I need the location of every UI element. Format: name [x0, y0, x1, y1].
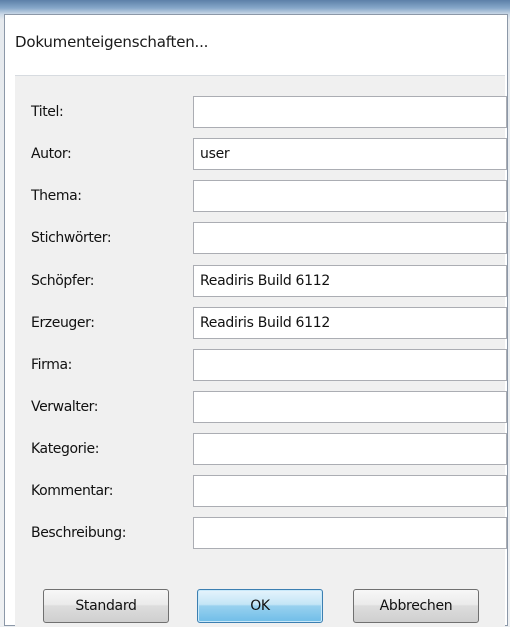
category-field[interactable]: [193, 433, 507, 465]
document-properties-dialog: Dokumenteigenschaften... Titel: Autor: T…: [4, 14, 508, 627]
row-title: Titel:: [15, 96, 507, 130]
row-author: Autor:: [15, 138, 507, 172]
properties-form: Titel: Autor: Thema: Stichwörter: Schöpf…: [15, 75, 507, 627]
producer-field[interactable]: [193, 307, 507, 339]
creator-field[interactable]: [193, 265, 507, 297]
subject-field[interactable]: [193, 180, 507, 212]
company-field[interactable]: [193, 349, 507, 381]
row-producer: Erzeuger:: [15, 307, 507, 341]
producer-label: Erzeuger:: [31, 315, 95, 331]
row-category: Kategorie:: [15, 433, 507, 467]
keywords-field[interactable]: [193, 222, 507, 254]
title-field[interactable]: [193, 96, 507, 128]
row-creator: Schöpfer:: [15, 265, 507, 299]
subject-label: Thema:: [31, 188, 82, 204]
manager-label: Verwalter:: [31, 399, 99, 415]
row-manager: Verwalter:: [15, 391, 507, 425]
keywords-label: Stichwörter:: [31, 230, 112, 246]
comment-label: Kommentar:: [31, 483, 114, 499]
company-label: Firma:: [31, 357, 72, 373]
row-comment: Kommentar:: [15, 475, 507, 509]
manager-field[interactable]: [193, 391, 507, 423]
author-field[interactable]: [193, 138, 507, 170]
comment-field[interactable]: [193, 475, 507, 507]
row-keywords: Stichwörter:: [15, 222, 507, 256]
dialog-title: Dokumenteigenschaften...: [15, 33, 209, 51]
category-label: Kategorie:: [31, 441, 100, 457]
author-label: Autor:: [31, 146, 72, 162]
row-company: Firma:: [15, 349, 507, 383]
ok-button[interactable]: OK: [197, 589, 323, 623]
row-description: Beschreibung:: [15, 517, 507, 551]
row-subject: Thema:: [15, 180, 507, 214]
description-field[interactable]: [193, 517, 507, 549]
cancel-button[interactable]: Abbrechen: [353, 589, 479, 623]
creator-label: Schöpfer:: [31, 273, 95, 289]
standard-button[interactable]: Standard: [43, 589, 169, 623]
description-label: Beschreibung:: [31, 525, 127, 541]
title-label: Titel:: [31, 104, 64, 120]
